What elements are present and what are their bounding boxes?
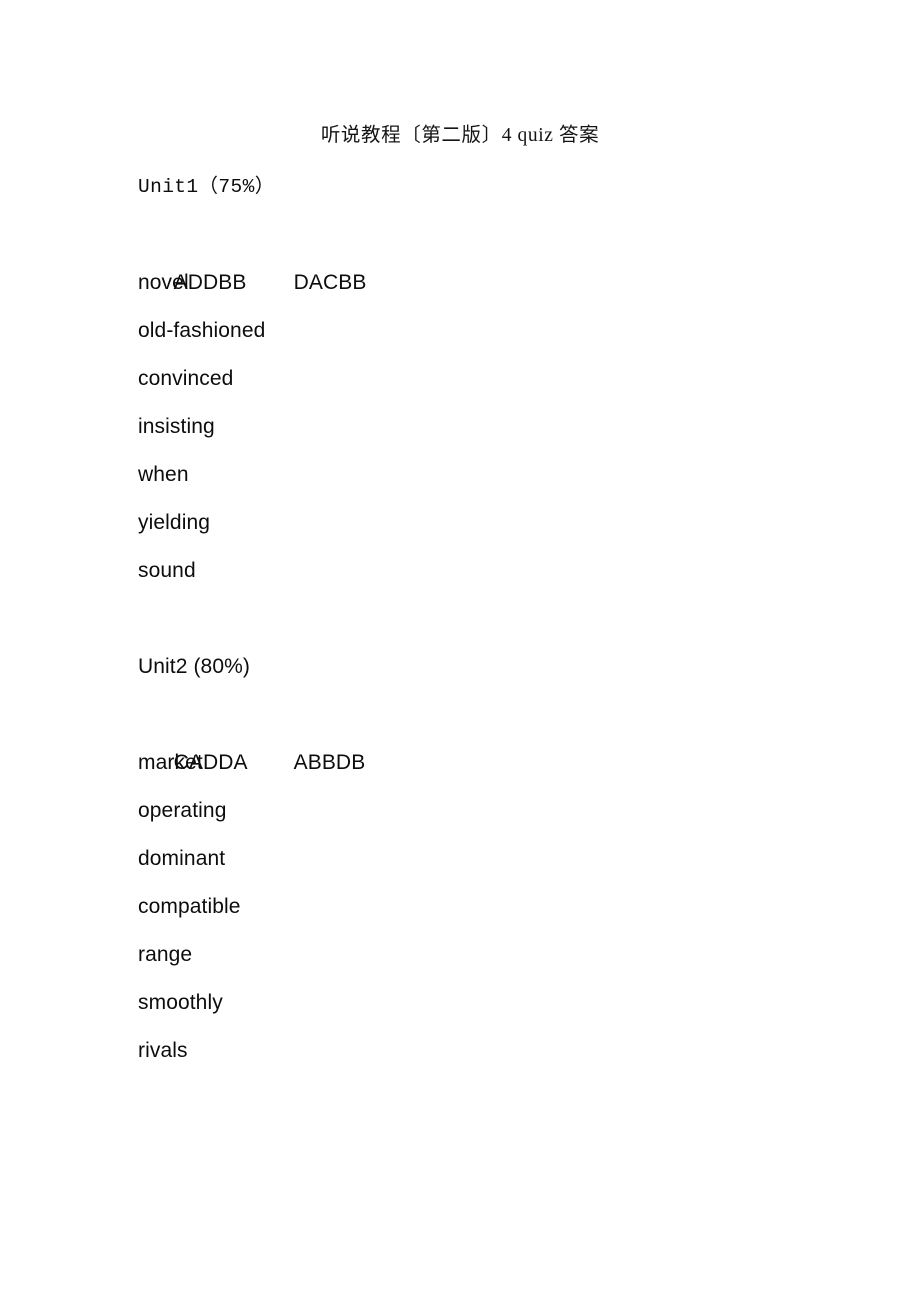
- document-title: 听说教程〔第二版〕4 quiz 答案: [320, 125, 600, 146]
- word-item: insisting: [138, 415, 215, 438]
- answer-codes-1-col1: ADDBB: [173, 271, 247, 294]
- word-item: convinced: [138, 367, 234, 390]
- answer-row-1: ADDBB DACBB: [138, 211, 838, 294]
- word-item: when: [138, 463, 189, 486]
- word-item: compatible: [138, 895, 241, 918]
- word-item: range: [138, 943, 193, 966]
- answer-codes-1-col2: DACBB: [293, 271, 367, 294]
- word-item: dominant: [138, 847, 226, 870]
- unit-heading-1: Unit1（75%）: [138, 176, 275, 198]
- answer-codes-2-col2: ABBDB: [293, 751, 366, 774]
- document-body: Unit1（75%） ADDBB DACBB novel old-fashione…: [138, 163, 838, 1075]
- word-item: old-fashioned: [138, 319, 266, 342]
- unit-heading-2: Unit2 (80%): [138, 655, 250, 678]
- document-page: 听说教程〔第二版〕4 quiz 答案 Unit1（75%） ADDBB DACBB…: [0, 0, 920, 1302]
- word-item: sound: [138, 559, 196, 582]
- word-item: smoothly: [138, 991, 223, 1014]
- word-item: operating: [138, 799, 227, 822]
- word-item: rivals: [138, 1039, 188, 1062]
- answer-row-2: CADDA ABBDB: [138, 691, 838, 774]
- word-item: yielding: [138, 511, 211, 534]
